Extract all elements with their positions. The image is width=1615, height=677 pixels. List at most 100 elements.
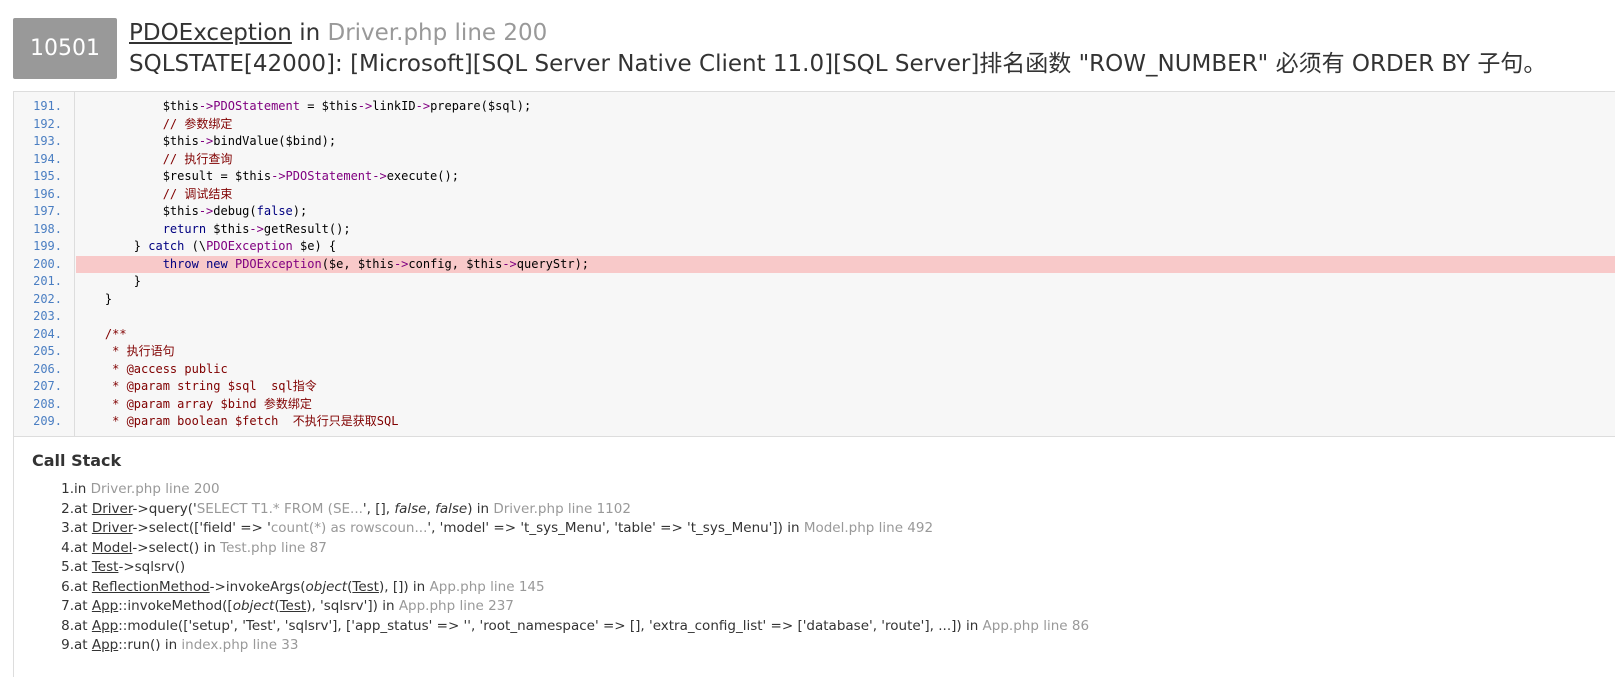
call-stack-class-link[interactable]: Test (92, 559, 119, 575)
code-line: 199. } catch (\PDOException $e) { (14, 238, 1615, 256)
call-stack-text: ::invokeMethod([ (118, 598, 233, 614)
call-stack-location: App.php line 237 (398, 598, 514, 614)
call-stack-class-link[interactable]: Driver (92, 501, 133, 517)
line-number: 199. (33, 239, 62, 253)
call-stack-number: 9. (61, 637, 74, 653)
line-number: 195. (33, 169, 62, 183)
call-stack-number: 2. (61, 500, 74, 517)
code-text: * @param boolean $fetch 不执行只是获取SQL (76, 414, 399, 428)
code-text: * @access public (76, 361, 228, 376)
code-text: /** (76, 326, 127, 341)
code-line: 208. * @param array $bind 参数绑定 (14, 396, 1615, 414)
call-stack-text: ', 'model' => 't_sys_Menu', 'table' => '… (427, 520, 804, 536)
call-stack-text: ->invokeArgs( (209, 578, 306, 595)
call-stack-entry: in Driver.php line 200 (74, 480, 220, 500)
call-stack-class-link[interactable]: App (92, 637, 118, 653)
code-text: * @param string $sql sql指令 (76, 379, 317, 393)
call-stack-class-link[interactable]: ReflectionMethod (92, 579, 210, 595)
call-stack-class-link[interactable]: Driver (92, 520, 133, 536)
call-stack-text: at (74, 520, 92, 536)
code-text: $this->PDOStatement = $this->linkID->pre… (162, 99, 532, 113)
call-stack-text: ::module(['setup', 'Test', 'sqlsrv'], ['… (118, 617, 983, 634)
call-stack-text: ::run() in (118, 637, 182, 653)
line-number: 194. (33, 151, 62, 166)
line-number: 202. (33, 291, 62, 306)
line-number: 191. (33, 99, 62, 113)
code-line: 209. * @param boolean $fetch 不执行只是获取SQL (14, 413, 1615, 431)
line-number: 200. (33, 256, 62, 271)
code-line: 195. $result = $this->PDOStatement->exec… (14, 168, 1615, 186)
code-line: 206. * @access public (14, 361, 1615, 379)
code-line: 201. } (14, 273, 1615, 291)
exception-location: Driver.php line 200 (327, 20, 548, 46)
code-text: $this->debug(false); (162, 204, 308, 218)
call-stack-entry: at Driver->select(['field' => 'count(*) … (74, 519, 933, 539)
code-text: // 执行查询 (76, 151, 233, 166)
call-stack-text: at (74, 559, 92, 575)
call-stack-text: ->select() in (132, 539, 221, 556)
code-text: $this->bindValue($bind); (162, 134, 337, 148)
call-stack-entry: at Driver->query('SELECT T1.* FROM (SE..… (74, 500, 631, 520)
line-number: 209. (33, 414, 62, 428)
call-stack-number: 3. (61, 520, 74, 536)
line-number: 208. (33, 396, 62, 411)
call-stack-class-link[interactable]: App (92, 598, 118, 614)
code-text: // 参数绑定 (76, 116, 233, 131)
call-stack-text: ) in (467, 500, 494, 517)
code-text: // 调试结束 (76, 186, 233, 201)
code-line-highlighted: 200. throw new PDOException($e, $this->c… (14, 255, 1615, 273)
call-stack-literal: object (305, 578, 348, 595)
code-line: 192. // 参数绑定 (14, 116, 1615, 134)
call-stack-location: Test.php line 87 (220, 539, 327, 556)
call-stack-class-link[interactable]: Test (280, 598, 307, 614)
code-line: 207. * @param string $sql sql指令 (14, 378, 1615, 396)
line-number: 204. (33, 326, 62, 341)
source-code-panel: 191. $this->PDOStatement = $this->linkID… (13, 91, 1615, 436)
exception-class-link[interactable]: PDOException (129, 20, 292, 46)
line-number: 201. (33, 274, 62, 288)
call-stack-number: 5. (61, 559, 74, 575)
exception-title: PDOException in Driver.php line 200 (129, 18, 547, 48)
line-number: 207. (33, 379, 62, 393)
call-stack-text: at (74, 598, 92, 614)
call-stack-text: at (74, 500, 92, 517)
line-number: 203. (33, 309, 62, 323)
call-stack-text: ->select(['field' => ' (132, 520, 271, 536)
code-line: 198. return $this->getResult(); (14, 221, 1615, 239)
code-line: 202. } (14, 291, 1615, 309)
call-stack-entry: at Test->sqlsrv() (74, 558, 185, 578)
error-code-badge: 10501 (13, 18, 117, 79)
code-text: } (76, 291, 113, 306)
call-stack-text: in (74, 481, 91, 497)
call-stack-class-link[interactable]: Model (92, 540, 133, 556)
line-number: 198. (33, 221, 62, 236)
call-stack-class-link[interactable]: Test (352, 579, 379, 595)
call-stack-location: Model.php line 492 (803, 520, 934, 536)
call-stack-text: at (74, 637, 92, 653)
call-stack-location: SELECT T1.* FROM (SE... (196, 500, 363, 517)
call-stack-number: 4. (61, 539, 74, 556)
call-stack-panel: Call Stack 1. in Driver.php line 200 2. at … (13, 436, 1615, 677)
code-text: throw new PDOException($e, $this->config… (76, 255, 1615, 273)
exception-header: 10501 PDOException in Driver.php line 20… (13, 18, 1615, 80)
code-line: 191. $this->PDOStatement = $this->linkID… (14, 98, 1615, 116)
code-text: * @param array $bind 参数绑定 (76, 396, 312, 411)
call-stack-title: Call Stack (32, 451, 122, 470)
call-stack-text: at (74, 617, 92, 634)
call-stack-location: App.php line 145 (429, 578, 545, 595)
code-line: 193. $this->bindValue($bind); (14, 133, 1615, 151)
call-stack-class-link[interactable]: App (92, 618, 118, 634)
call-stack-entry: at App::module(['setup', 'Test', 'sqlsrv… (74, 617, 1089, 637)
call-stack-literal: object (232, 598, 275, 614)
code-text: } catch (\PDOException $e) { (76, 239, 337, 253)
code-text: $result = $this->PDOStatement->execute()… (162, 169, 459, 183)
call-stack-text: ), 'sqlsrv']) in (306, 598, 399, 614)
code-line: 205. * 执行语句 (14, 343, 1615, 361)
call-stack-location: App.php line 86 (982, 617, 1090, 634)
call-stack-entry: at App::invokeMethod([object(Test), 'sql… (74, 597, 514, 617)
line-number: 197. (33, 204, 62, 218)
call-stack-text: ->query(' (132, 500, 197, 517)
call-stack-location: Driver.php line 200 (90, 481, 220, 497)
call-stack-number: 8. (61, 617, 74, 634)
code-line: 194. // 执行查询 (14, 151, 1615, 169)
